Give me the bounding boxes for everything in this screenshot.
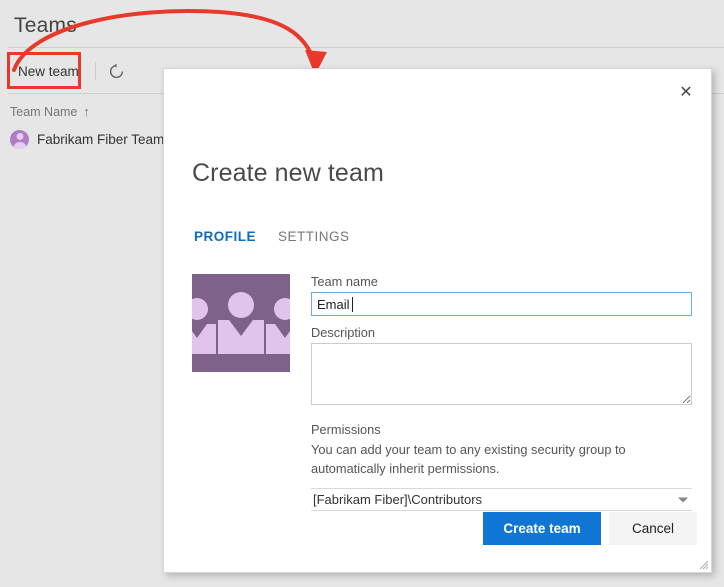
team-group-icon[interactable] — [192, 274, 290, 372]
team-name-field-label: Team name — [311, 274, 692, 289]
toolbar-separator — [95, 62, 96, 80]
dialog-button-row: Create team Cancel — [483, 512, 697, 545]
team-name-input-wrap — [311, 292, 692, 316]
tab-settings[interactable]: SETTINGS — [278, 229, 350, 246]
tab-profile[interactable]: PROFILE — [194, 229, 256, 246]
create-team-dialog: ✕ Create new team PROFILE SETTINGS — [163, 68, 712, 573]
page-title: Teams — [14, 14, 77, 38]
form-fields: Team name Description Permissions You ca… — [311, 274, 692, 511]
refresh-icon[interactable] — [104, 58, 130, 84]
table-row[interactable]: Fabrikam Fiber Team — [10, 130, 164, 149]
dialog-title: Create new team — [192, 159, 384, 188]
description-field-label: Description — [311, 325, 692, 340]
permissions-label: Permissions — [311, 422, 692, 437]
app-root: Teams New team Team Name ↑ Fabrikam Fibe… — [0, 0, 724, 587]
teams-toolbar: New team — [8, 52, 130, 90]
sort-ascending-icon: ↑ — [83, 104, 90, 119]
team-name-input[interactable] — [311, 292, 692, 316]
dialog-footer: Create team Cancel — [164, 494, 711, 572]
text-cursor — [352, 297, 353, 312]
team-name-label: Fabrikam Fiber Team — [37, 132, 164, 147]
close-icon[interactable]: ✕ — [669, 77, 703, 107]
create-team-button[interactable]: Create team — [483, 512, 601, 545]
cancel-button[interactable]: Cancel — [609, 512, 697, 545]
column-header-team-name[interactable]: Team Name ↑ — [10, 104, 90, 119]
description-textarea[interactable] — [311, 343, 692, 405]
column-header-label: Team Name — [10, 105, 77, 119]
dialog-tabs: PROFILE SETTINGS — [194, 229, 350, 246]
team-avatar-icon — [10, 130, 29, 149]
new-team-button[interactable]: New team — [8, 57, 91, 86]
toolbar-top-divider — [8, 47, 724, 48]
permissions-help-text: You can add your team to any existing se… — [311, 441, 689, 478]
